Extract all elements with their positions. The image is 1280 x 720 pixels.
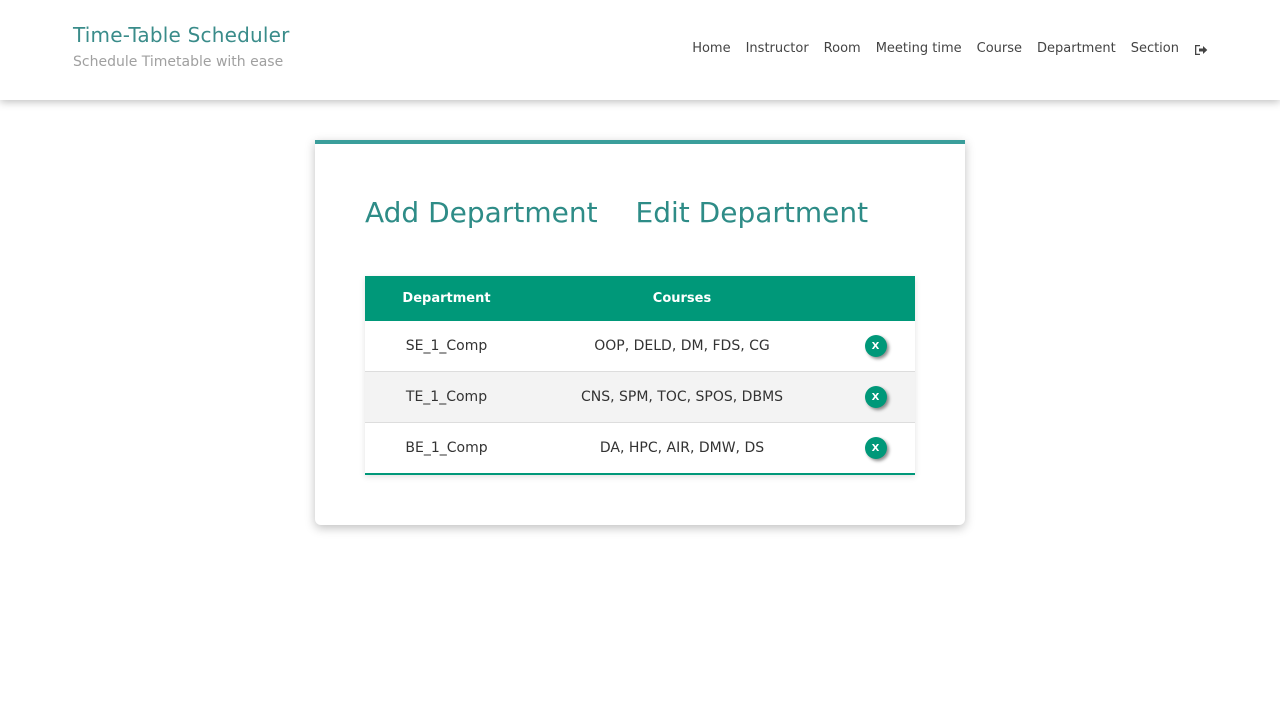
department-cell: SE_1_Comp [365,321,528,372]
department-card: Add Department Edit Department Departmen… [315,140,965,525]
action-cell: X [836,371,915,423]
nav-room[interactable]: Room [824,41,861,56]
nav-section[interactable]: Section [1131,41,1179,56]
header-action [836,276,915,321]
nav-department[interactable]: Department [1037,41,1116,56]
table-row: TE_1_Comp CNS, SPM, TOC, SPOS, DBMS X [365,371,915,423]
header: Time-Table Scheduler Schedule Timetable … [0,0,1280,100]
header-courses: Courses [652,291,712,306]
action-cell: X [836,321,915,372]
app-subtitle: Schedule Timetable with ease [73,54,284,70]
nav-instructor[interactable]: Instructor [746,41,809,56]
main-nav: Home Instructor Room Meeting time Course… [677,41,1208,56]
nav-home[interactable]: Home [692,41,730,56]
nav-course[interactable]: Course [977,41,1022,56]
table-row: BE_1_Comp DA, HPC, AIR, DMW, DS X [365,423,915,475]
department-table: Department Courses SE_1_Comp OOP, DELD, … [365,276,915,475]
header-department: Department [402,291,491,306]
delete-button[interactable]: X [864,335,887,357]
department-cell: BE_1_Comp [405,440,488,456]
action-cell: X [836,423,915,475]
edit-department-link[interactable]: Edit Department [636,196,869,229]
department-actions: Add Department Edit Department [365,196,906,229]
table-header-row: Department Courses [365,276,915,321]
delete-button[interactable]: X [864,437,887,459]
nav-meeting-time[interactable]: Meeting time [876,41,962,56]
table-row: SE_1_Comp OOP, DELD, DM, FDS, CG X [365,321,915,372]
courses-cell: DA, HPC, AIR, DMW, DS [599,440,765,456]
app-title[interactable]: Time-Table Scheduler [73,23,290,47]
courses-cell: OOP, DELD, DM, FDS, CG [528,321,836,372]
department-cell: TE_1_Comp [365,371,528,423]
courses-cell: CNS, SPM, TOC, SPOS, DBMS [528,371,836,423]
delete-button[interactable]: X [864,386,887,408]
logout-icon[interactable] [1194,42,1208,56]
add-department-link[interactable]: Add Department [365,196,598,229]
